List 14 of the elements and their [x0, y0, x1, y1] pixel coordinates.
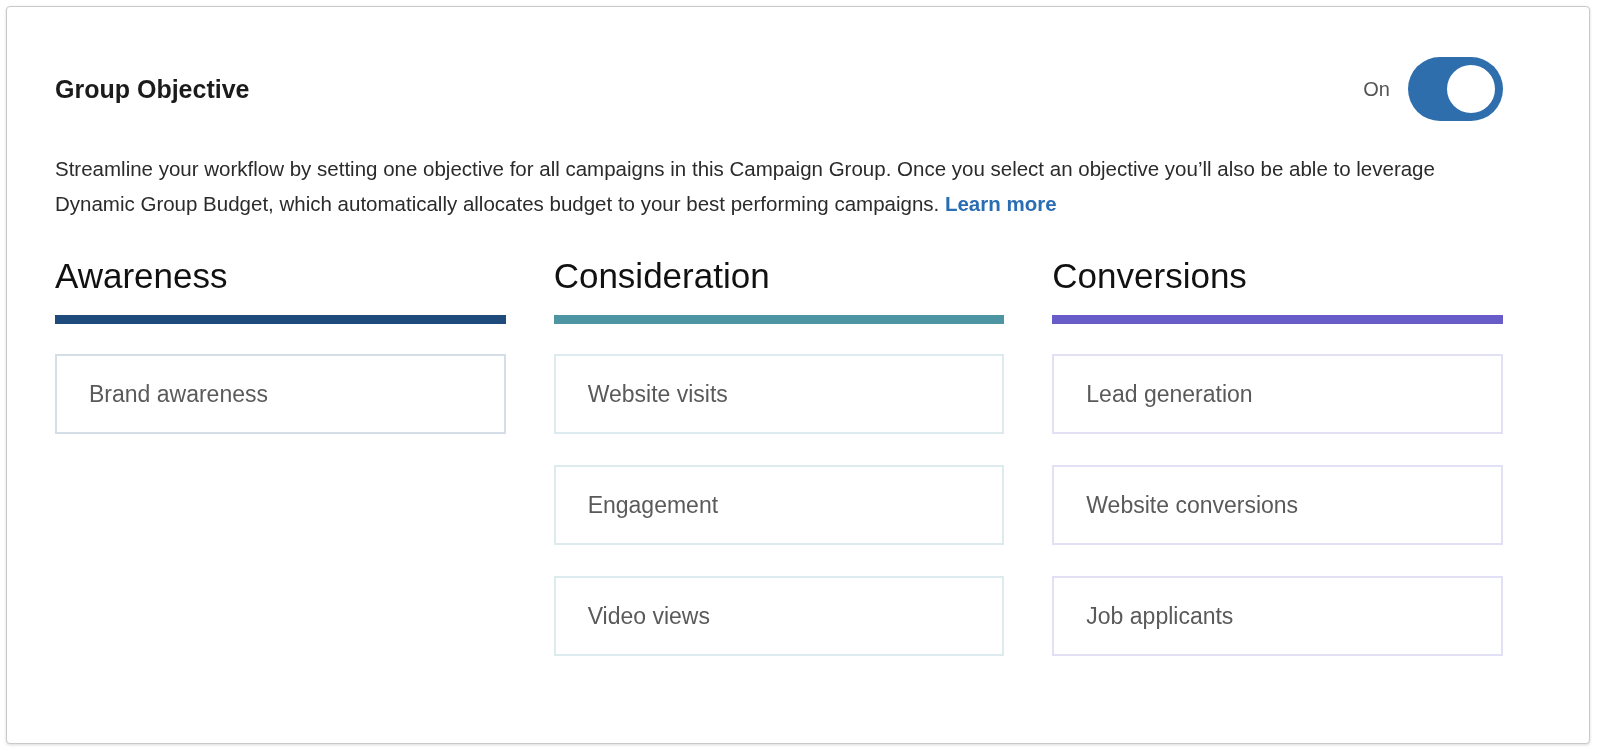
objective-option[interactable]: Brand awareness: [55, 354, 506, 434]
card-title: Group Objective: [55, 74, 250, 104]
learn-more-link[interactable]: Learn more: [944, 192, 1057, 215]
description-text: Streamline your workflow by setting one objective for all campaigns in this Campaign Group. Once you select an objective you’ll also be able to leverage Dynamic Group Budget, which automatically allocates budget to your best performing campaigns. Learn more: [55, 156, 1436, 217]
objective-option[interactable]: Website visits: [553, 354, 1005, 434]
objective-option[interactable]: Engagement: [553, 465, 1005, 545]
category-heading: Conversions: [1052, 255, 1248, 297]
category-heading: Consideration: [553, 255, 771, 297]
category-heading: Awareness: [55, 255, 229, 297]
objective-option[interactable]: Lead generation: [1052, 354, 1503, 434]
objective-option[interactable]: Video views: [553, 576, 1005, 656]
objective-option[interactable]: Website conversions: [1052, 465, 1503, 545]
objective-option[interactable]: Job applicants: [1052, 576, 1503, 656]
toggle-label: On: [1363, 77, 1390, 101]
